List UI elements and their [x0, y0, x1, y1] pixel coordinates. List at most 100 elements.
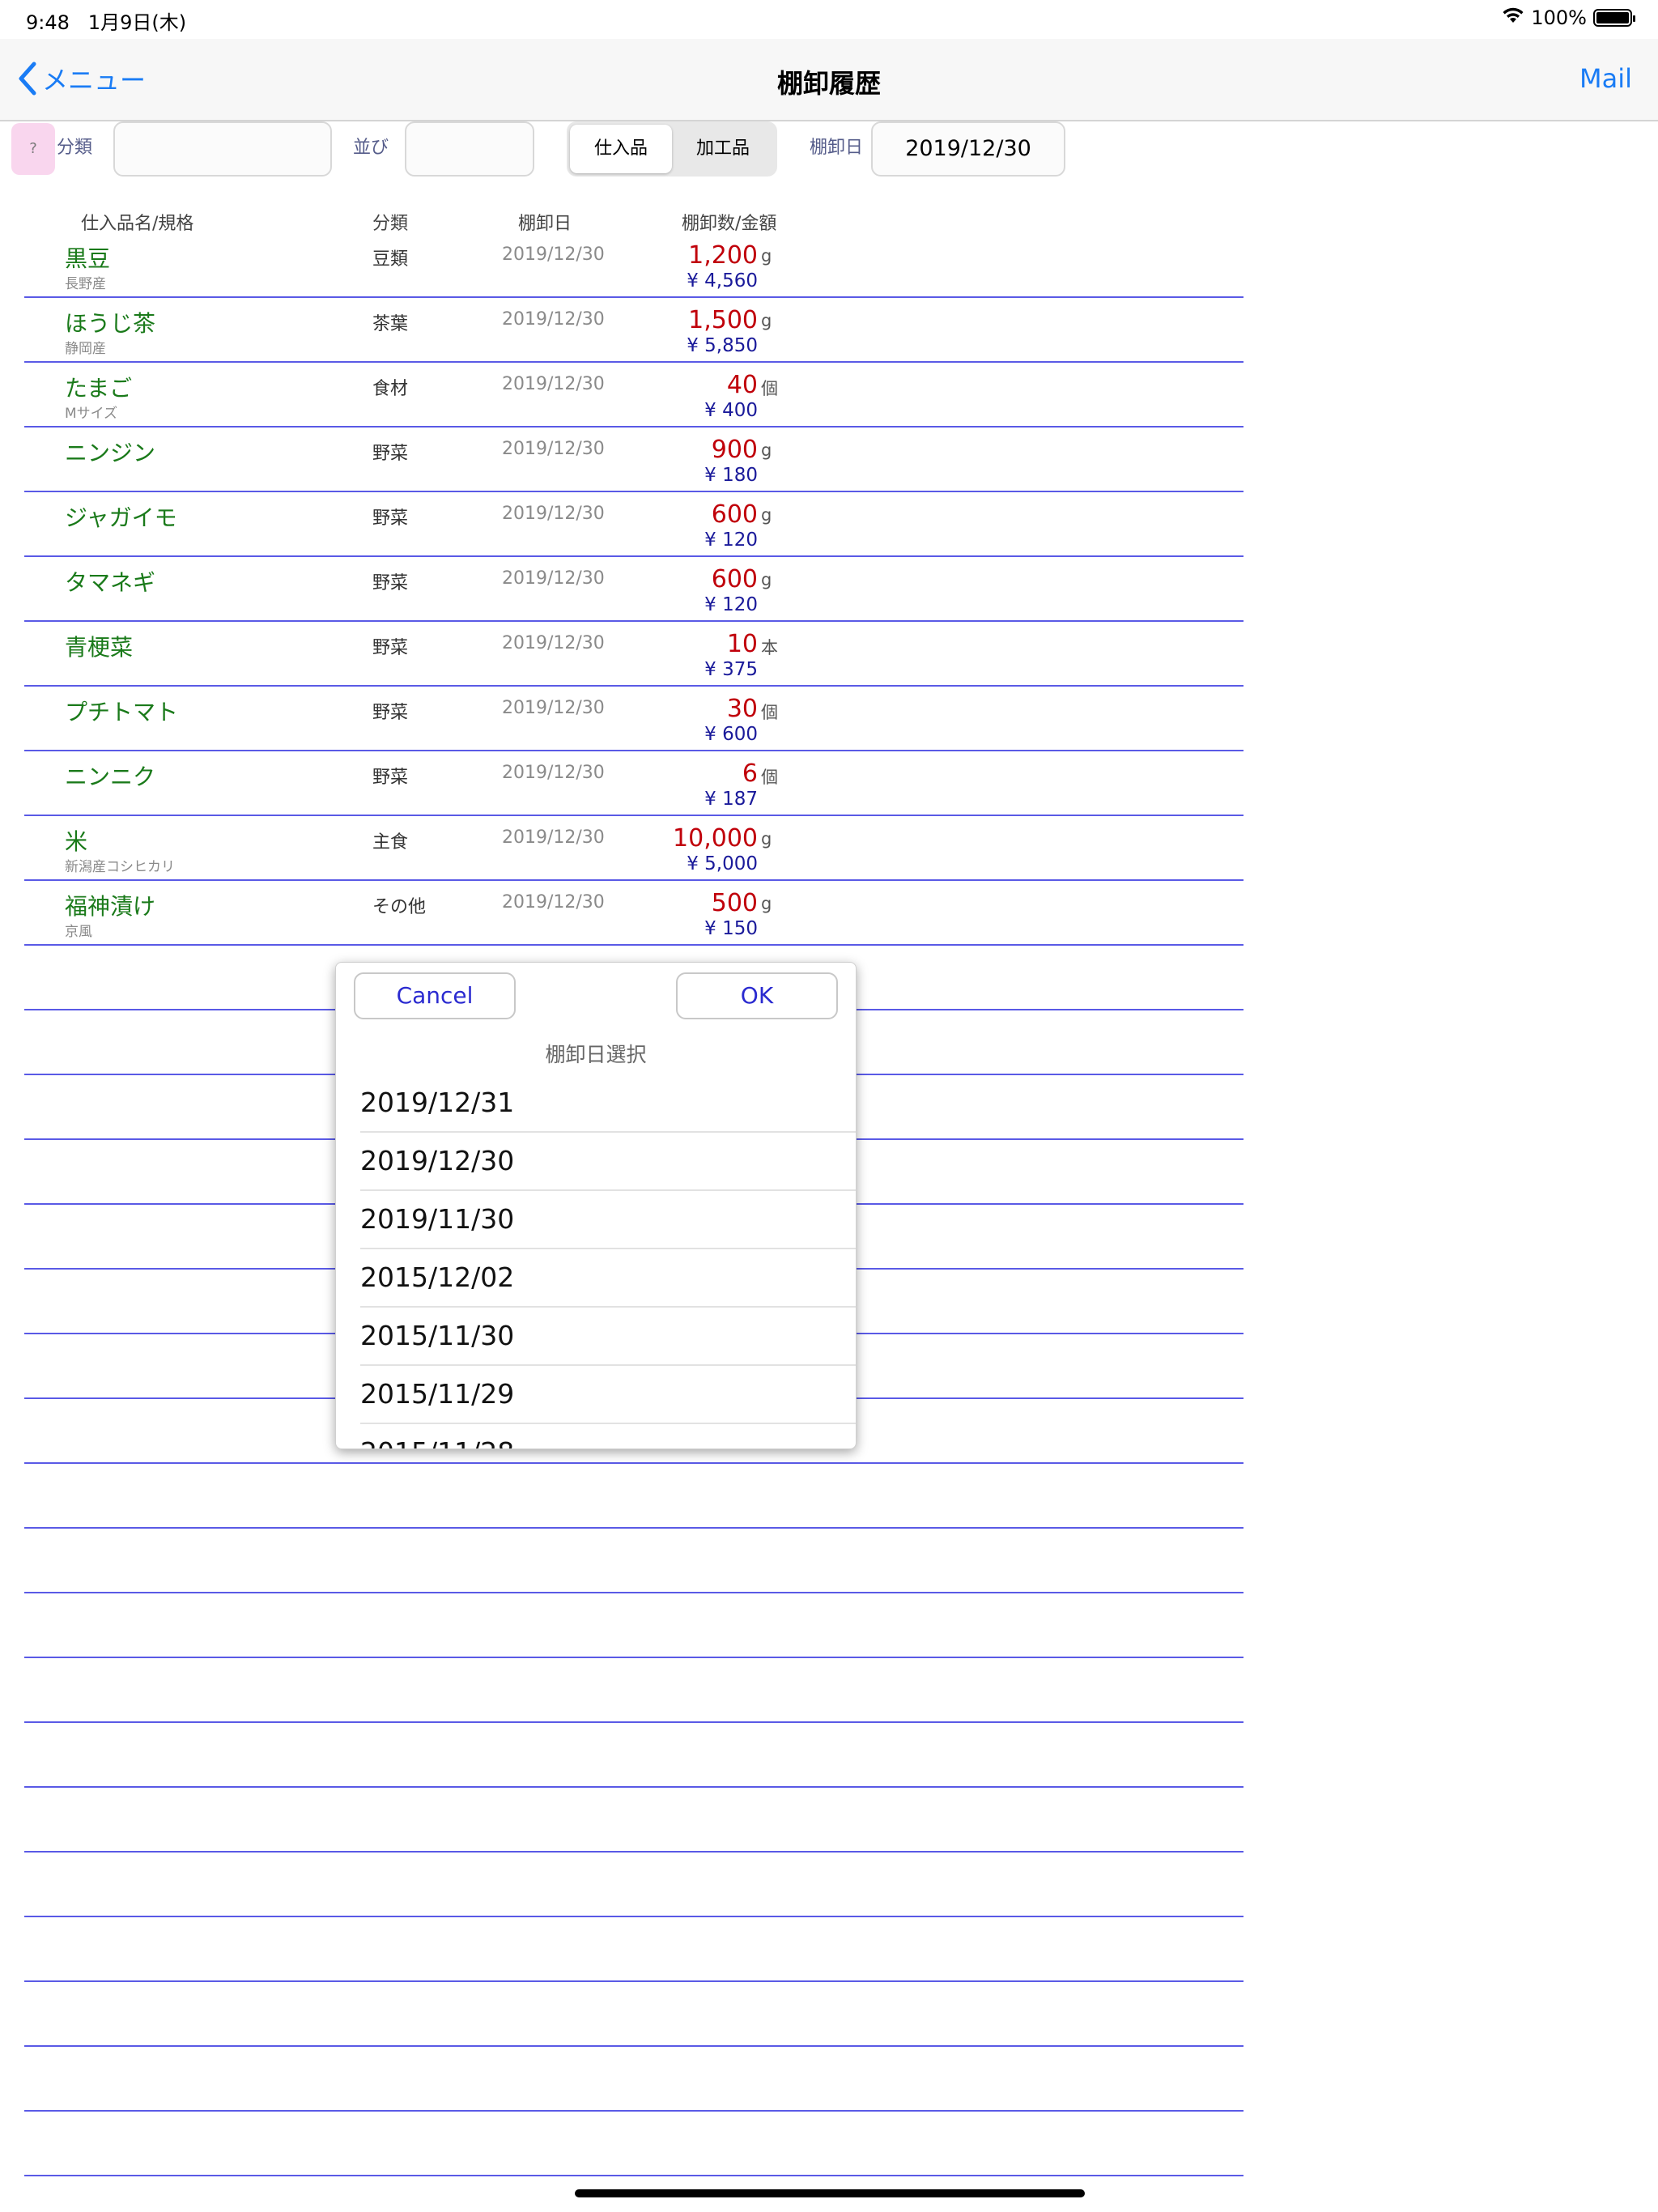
item-category: 野菜	[372, 768, 409, 788]
date-option[interactable]: 2019/11/30	[360, 1191, 856, 1249]
table-row[interactable]: 黒豆長野産 豆類 2019/12/30 1,200 g ¥ 4,560	[24, 233, 1244, 298]
item-amount: ¥ 120	[704, 530, 758, 551]
date-option[interactable]: 2015/11/29	[360, 1366, 856, 1424]
item-date: 2019/12/30	[502, 827, 605, 848]
item-amount: ¥ 187	[704, 789, 758, 810]
sort-label: 並び	[353, 138, 389, 158]
cancel-button[interactable]: Cancel	[354, 972, 516, 1019]
wifi-icon	[1502, 6, 1524, 29]
empty-table-row	[24, 1464, 1244, 1529]
item-category: 野菜	[372, 703, 409, 723]
status-bar: 9:48 1月9日(木) 100%	[0, 0, 1658, 39]
item-date: 2019/12/30	[502, 374, 605, 394]
item-quantity: 30	[726, 695, 758, 723]
empty-table-row	[24, 2047, 1244, 2112]
item-category: 茶葉	[372, 314, 409, 334]
item-name: 黒豆	[65, 245, 111, 272]
item-category: 野菜	[372, 573, 409, 593]
empty-table-row	[24, 2112, 1244, 2176]
table-row[interactable]: タマネギ 野菜 2019/12/30 600 g ¥ 120	[24, 557, 1244, 622]
date-picker-popup: Cancel OK 棚卸日選択 2019/12/31 2019/12/30 2019…	[335, 962, 857, 1449]
item-category: 主食	[372, 832, 409, 853]
item-name: 米	[65, 828, 88, 855]
ok-button[interactable]: OK	[676, 972, 838, 1019]
item-amount: ¥ 180	[704, 465, 758, 486]
table-row[interactable]: プチトマト 野菜 2019/12/30 30 個 ¥ 600	[24, 687, 1244, 751]
date-option[interactable]: 2015/11/30	[360, 1308, 856, 1366]
table-row[interactable]: ジャガイモ 野菜 2019/12/30 600 g ¥ 120	[24, 492, 1244, 557]
status-time: 9:48 1月9日(木)	[26, 6, 186, 35]
date-option-list: 2019/12/31 2019/12/30 2019/11/30 2015/12/02…	[360, 1074, 856, 1448]
item-amount: ¥ 400	[704, 400, 758, 421]
empty-table-row	[24, 1982, 1244, 2047]
item-unit: g	[761, 505, 772, 525]
item-name: たまご	[65, 375, 133, 402]
item-spec: 長野産	[65, 276, 106, 292]
item-date: 2019/12/30	[502, 309, 605, 330]
item-unit: g	[761, 246, 772, 266]
date-option[interactable]: 2015/12/02	[360, 1249, 856, 1308]
table-row[interactable]: ニンニク 野菜 2019/12/30 6 個 ¥ 187	[24, 751, 1244, 816]
item-quantity: 1,200	[688, 241, 758, 270]
item-quantity: 500	[711, 889, 758, 917]
table-row[interactable]: たまご Mサイズ 食材 2019/12/30 40 個 ¥ 400	[24, 363, 1244, 428]
table-row[interactable]: 米新潟産コシヒカリ 主食 2019/12/30 10,000 g ¥ 5,000	[24, 816, 1244, 881]
segment-processed-items[interactable]: 加工品	[672, 125, 774, 173]
inventory-date-field[interactable]: 2019/12/30	[871, 121, 1065, 177]
item-quantity: 10	[726, 630, 758, 658]
item-quantity: 40	[726, 371, 758, 399]
item-name: 青梗菜	[65, 634, 134, 661]
empty-table-row	[24, 1529, 1244, 1593]
item-name: タマネギ	[65, 569, 156, 596]
segment-purchased-items[interactable]: 仕入品	[570, 125, 672, 173]
help-button[interactable]: ?	[11, 123, 55, 175]
item-date: 2019/12/30	[502, 504, 605, 524]
status-right: 100%	[1502, 6, 1635, 29]
item-date: 2019/12/30	[502, 763, 605, 783]
item-date: 2019/12/30	[502, 698, 605, 718]
filter-bar: ? 分類 並び 仕入品 加工品 棚卸日 2019/12/30	[0, 121, 1658, 178]
item-amount: ¥ 375	[704, 659, 758, 680]
table-row[interactable]: 福神漬け 京風 その他 2019/12/30 500 g ¥ 150	[24, 881, 1244, 946]
item-name: ジャガイモ	[65, 504, 177, 531]
item-date: 2019/12/30	[502, 245, 605, 265]
sort-field[interactable]	[405, 121, 534, 177]
category-filter-field[interactable]	[113, 121, 332, 177]
date-option[interactable]: 2019/12/31	[360, 1074, 856, 1133]
mail-button[interactable]: Mail	[1579, 63, 1632, 94]
header-item-name: 仕入品名/規格	[81, 214, 194, 234]
item-amount: ¥ 150	[704, 918, 758, 939]
item-name: ニンニク	[65, 764, 156, 790]
item-category: 豆類	[372, 249, 409, 270]
status-time-text: 9:48	[26, 11, 70, 34]
inventory-date-label: 棚卸日	[810, 138, 864, 158]
item-unit: g	[761, 440, 772, 460]
table-row[interactable]: ニンジン 野菜 2019/12/30 900 g ¥ 180	[24, 428, 1244, 492]
item-unit: 個	[761, 768, 778, 787]
item-unit: g	[761, 311, 772, 330]
date-option[interactable]: 2019/12/30	[360, 1133, 856, 1191]
battery-icon	[1593, 9, 1635, 27]
item-amount: ¥ 4,560	[687, 270, 758, 291]
item-quantity: 900	[711, 436, 758, 464]
header-qty-amount: 棚卸数/金額	[682, 214, 777, 234]
battery-level	[1596, 12, 1629, 23]
item-date: 2019/12/30	[502, 439, 605, 459]
item-amount: ¥ 120	[704, 594, 758, 615]
battery-percent: 100%	[1531, 6, 1587, 29]
empty-table-row	[24, 1723, 1244, 1788]
item-name: 福神漬け	[65, 893, 156, 920]
item-quantity: 6	[742, 759, 758, 788]
page-title: 棚卸履歴	[776, 68, 881, 99]
table-row[interactable]: 青梗菜 野菜 2019/12/30 10 本 ¥ 375	[24, 622, 1244, 687]
item-name: プチトマト	[65, 699, 179, 725]
item-name: ニンジン	[65, 440, 156, 466]
empty-table-row	[24, 1917, 1244, 1982]
item-amount: ¥ 600	[704, 724, 758, 745]
table-row[interactable]: ほうじ茶 静岡産 茶葉 2019/12/30 1,500 g ¥ 5,850	[24, 298, 1244, 363]
empty-table-row	[24, 1658, 1244, 1723]
item-amount: ¥ 5,000	[687, 853, 758, 874]
item-quantity: 1,500	[688, 306, 758, 334]
date-option[interactable]: 2015/11/28	[360, 1424, 856, 1448]
item-category: その他	[372, 897, 427, 917]
